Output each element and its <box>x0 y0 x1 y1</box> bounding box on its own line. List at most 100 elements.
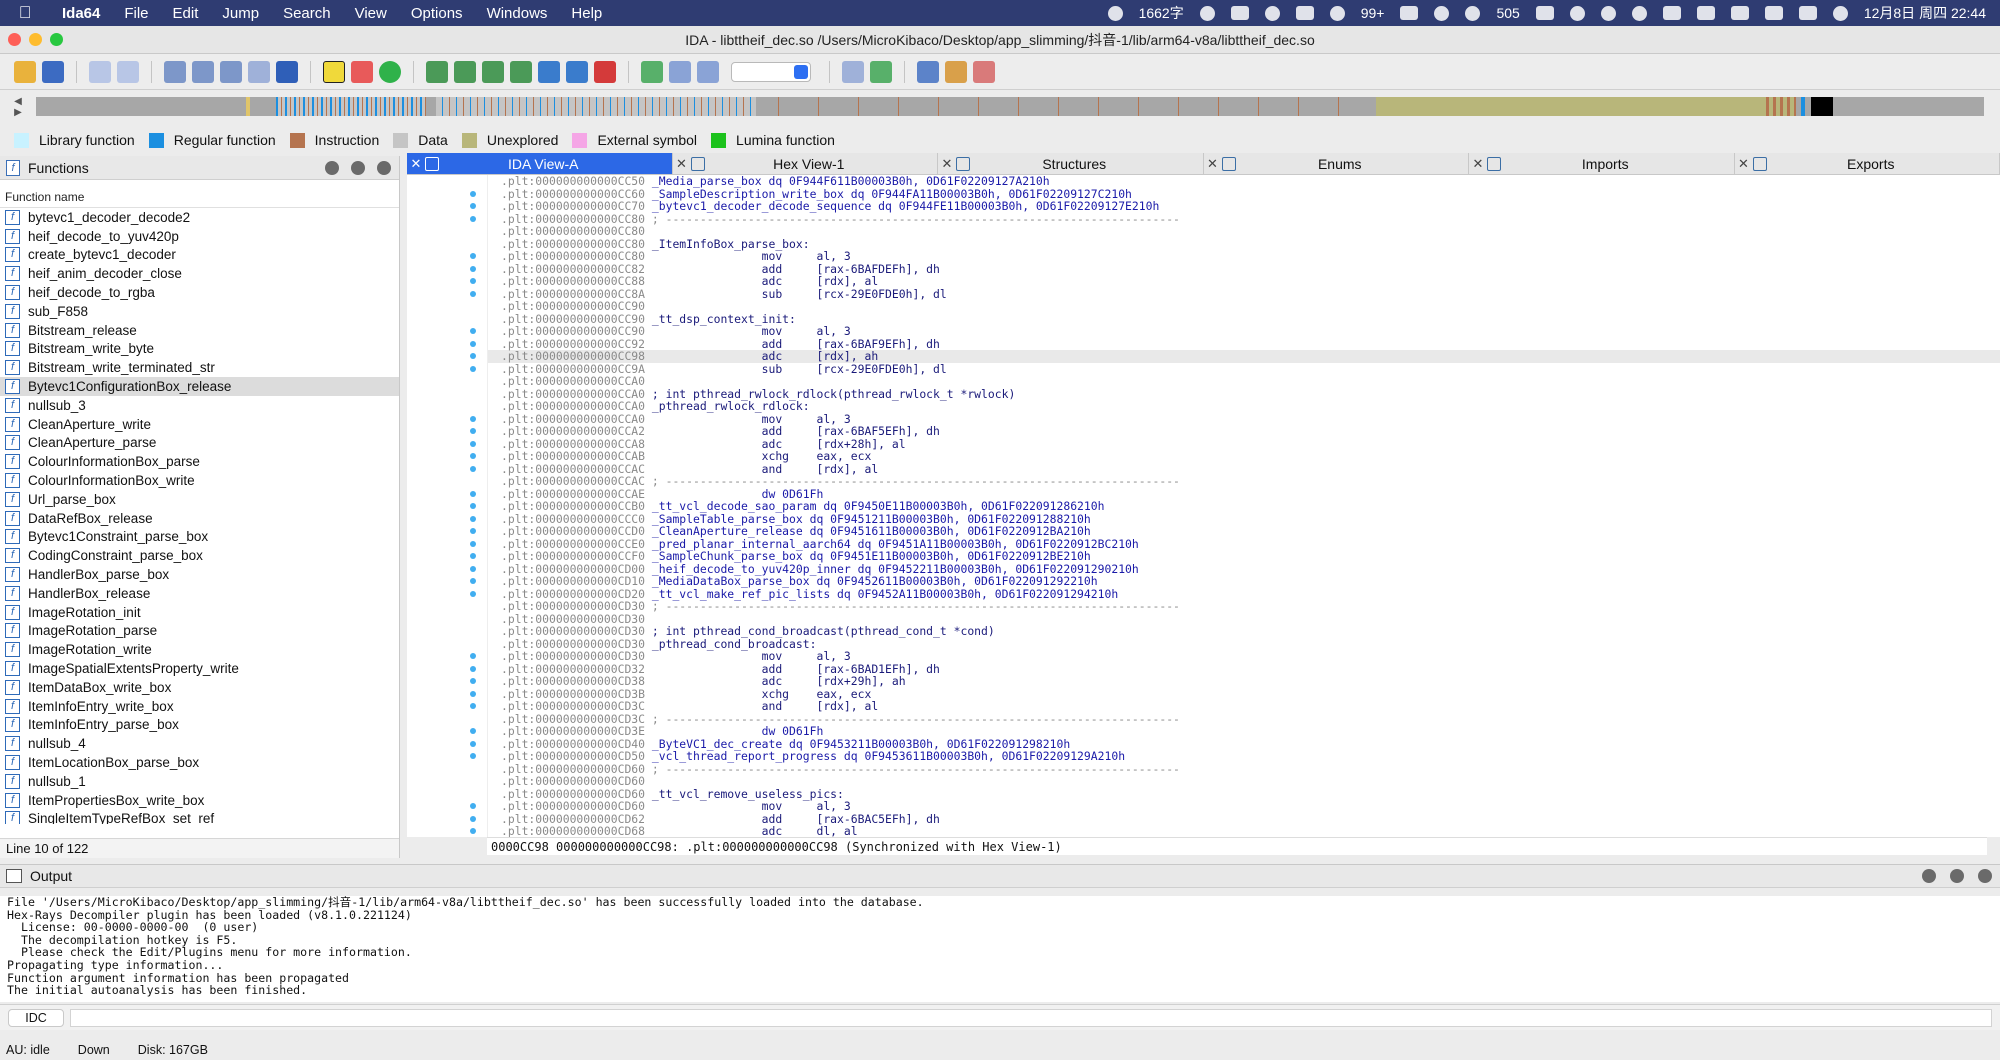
idc-language-button[interactable]: IDC <box>8 1009 64 1027</box>
add-breakpoint-icon[interactable] <box>945 60 967 83</box>
function-list-item[interactable]: f ImageRotation_write <box>0 640 399 659</box>
function-list-item[interactable]: f Bitstream_release <box>0 321 399 340</box>
panel-close-icon[interactable] <box>377 160 391 175</box>
close-tab-icon[interactable]: ✕ <box>673 156 691 172</box>
function-list-item[interactable]: f Bytevc1ConfigurationBox_release <box>0 377 399 396</box>
create-function-icon[interactable] <box>510 60 532 83</box>
function-list-item[interactable]: f HandlerBox_release <box>0 584 399 603</box>
function-list-item[interactable]: f heif_decode_to_rgba <box>0 283 399 302</box>
search-icon[interactable] <box>1631 5 1647 21</box>
tab-imports[interactable]: ✕ Imports <box>1469 153 1735 174</box>
globe-icon[interactable] <box>1434 5 1450 21</box>
run-circle-icon[interactable] <box>379 60 401 83</box>
close-tab-icon[interactable]: ✕ <box>1469 156 1487 172</box>
text-search-icon[interactable] <box>192 60 214 83</box>
tab-hex-view-1[interactable]: ✕ Hex View-1 <box>673 153 938 174</box>
grid-icon[interactable] <box>1230 6 1249 20</box>
function-list-item[interactable]: f heif_decode_to_yuv420p <box>0 227 399 246</box>
function-list-item[interactable]: f CodingConstraint_parse_box <box>0 546 399 565</box>
remove-breakpoint-icon[interactable] <box>973 60 995 83</box>
menu-jump[interactable]: Jump <box>210 5 271 22</box>
functions-list[interactable]: f bytevc1_decoder_decode2 f heif_decode_to_… <box>0 208 399 824</box>
menu-search[interactable]: Search <box>271 5 343 22</box>
function-list-item[interactable]: f ImageRotation_init <box>0 603 399 622</box>
menu-edit[interactable]: Edit <box>161 5 211 22</box>
disassembly-line[interactable]: .plt:000000000000CD68 adc dl, al <box>488 825 2000 837</box>
forward-arrow-icon[interactable] <box>117 60 139 83</box>
function-list-item[interactable]: f nullsub_3 <box>0 396 399 415</box>
binary-search-icon[interactable] <box>164 60 186 83</box>
close-tab-icon[interactable]: ✕ <box>407 156 425 172</box>
arrows-gutter[interactable] <box>407 175 487 837</box>
breakpoint-list-icon[interactable] <box>917 60 939 83</box>
input-method-count[interactable]: 1662字 <box>1139 3 1184 23</box>
refresh-icon[interactable] <box>870 60 892 83</box>
function-list-item[interactable]: f sub_F858 <box>0 302 399 321</box>
minimize-window-button[interactable] <box>29 33 42 46</box>
qq-icon[interactable] <box>1569 5 1585 21</box>
image-icon[interactable] <box>566 60 588 83</box>
function-list-item[interactable]: f create_bytevc1_decoder <box>0 246 399 265</box>
pause-icon[interactable] <box>669 60 691 83</box>
function-list-item[interactable]: f Bitstream_write_terminated_str <box>0 358 399 377</box>
disassembly-listing[interactable]: .plt:000000000000CC50 _Media_parse_box d… <box>487 175 2000 837</box>
cloud-sync-icon[interactable] <box>1600 5 1616 21</box>
menu-app[interactable]: Ida64 <box>50 5 112 22</box>
disassembly-line[interactable]: .plt:000000000000CD30 ; ----------------… <box>488 600 2000 613</box>
make-struct-icon[interactable] <box>482 60 504 83</box>
function-list-item[interactable]: f SingleItemTypeRefBox_set_ref <box>0 810 399 824</box>
function-list-item[interactable]: f HandlerBox_parse_box <box>0 565 399 584</box>
function-list-item[interactable]: f nullsub_4 <box>0 734 399 753</box>
function-list-item[interactable]: f heif_anim_decoder_close <box>0 264 399 283</box>
tab-ida-view-a[interactable]: ✕ IDA View-A <box>407 153 673 174</box>
function-list-item[interactable]: f ImageRotation_parse <box>0 622 399 641</box>
make-data-icon[interactable] <box>454 60 476 83</box>
zoom-window-button[interactable] <box>50 33 63 46</box>
graph-icon[interactable] <box>351 60 373 83</box>
bell-icon[interactable] <box>1400 6 1419 20</box>
menu-help[interactable]: Help <box>559 5 614 22</box>
function-list-item[interactable]: f ColourInformationBox_write <box>0 471 399 490</box>
function-list-item[interactable]: f ItemPropertiesBox_write_box <box>0 791 399 810</box>
nav-arrows-icon[interactable]: ◀ ▶ <box>10 96 26 118</box>
stop-icon[interactable] <box>697 60 719 83</box>
save-icon[interactable] <box>42 60 64 83</box>
disassembly-line[interactable]: .plt:000000000000CC80 ; ----------------… <box>488 212 2000 226</box>
panel-menu-icon[interactable] <box>325 160 339 175</box>
function-list-item[interactable]: f Url_parse_box <box>0 490 399 509</box>
start-debug-icon[interactable] <box>641 60 663 83</box>
function-list-item[interactable]: f ItemInfoEntry_parse_box <box>0 716 399 735</box>
menu-options[interactable]: Options <box>399 5 475 22</box>
function-name-column-header[interactable]: Function name <box>0 186 399 208</box>
function-list-item[interactable]: f nullsub_1 <box>0 772 399 791</box>
disassembly-line[interactable]: .plt:000000000000CC8A sub [rcx-29E0FDE0h… <box>488 287 2000 301</box>
panel-float-icon[interactable] <box>351 160 365 175</box>
function-list-item[interactable]: f Bytevc1Constraint_parse_box <box>0 528 399 547</box>
open-file-icon[interactable] <box>14 60 36 83</box>
close-tab-icon[interactable]: ✕ <box>1204 156 1222 172</box>
text-mode-icon[interactable] <box>323 60 345 83</box>
smiley-icon[interactable] <box>1199 5 1215 21</box>
screen-icon[interactable] <box>1662 6 1681 20</box>
wechat-icon[interactable] <box>1329 5 1345 21</box>
plugin-icon[interactable] <box>538 60 560 83</box>
panel-float-icon[interactable] <box>1950 869 1964 883</box>
cloud-icon[interactable] <box>1465 5 1481 21</box>
output-log[interactable]: File '/Users/MicroKibaco/Desktop/app_sli… <box>0 896 2000 1002</box>
close-window-button[interactable] <box>8 33 21 46</box>
function-list-item[interactable]: f ItemInfoEntry_write_box <box>0 697 399 716</box>
function-list-item[interactable]: f DataRefBox_release <box>0 509 399 528</box>
disassembly-line[interactable]: .plt:000000000000CD60 ; ----------------… <box>488 762 2000 776</box>
function-list-item[interactable]: f bytevc1_decoder_decode2 <box>0 208 399 227</box>
debugger-select[interactable] <box>731 61 811 82</box>
function-list-item[interactable]: f ColourInformationBox_parse <box>0 452 399 471</box>
function-list-item[interactable]: f Bitstream_write_byte <box>0 340 399 359</box>
function-list-item[interactable]: f ItemDataBox_write_box <box>0 678 399 697</box>
tray-app-icon[interactable] <box>1107 5 1123 21</box>
disassembly-view[interactable]: .plt:000000000000CC50 _Media_parse_box d… <box>407 175 2000 837</box>
chat-icon[interactable] <box>1295 6 1314 20</box>
tab-enums[interactable]: ✕ Enums <box>1204 153 1469 174</box>
search-next-icon[interactable] <box>248 60 270 83</box>
function-list-item[interactable]: f ItemLocationBox_parse_box <box>0 753 399 772</box>
display-icon[interactable] <box>1535 6 1554 20</box>
